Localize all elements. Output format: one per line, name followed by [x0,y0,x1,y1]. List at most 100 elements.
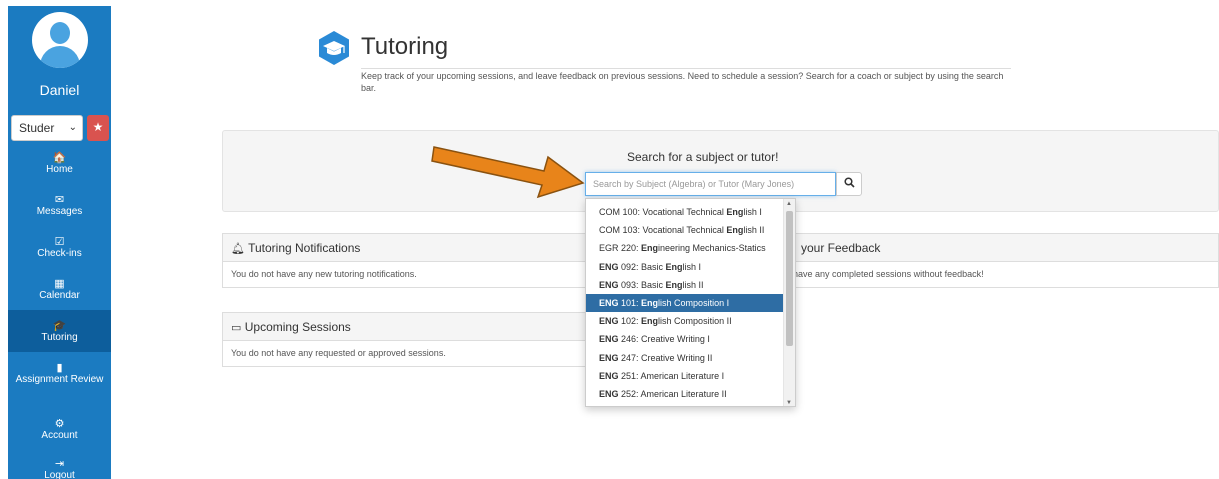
graduation-cap-icon: 🎓 [52,320,67,332]
calendar-icon: ▭ [231,322,242,334]
sidebar-item-label: Home [46,164,73,175]
sidebar-item-label: Messages [36,206,83,217]
search-button[interactable] [836,172,862,196]
option-match: Eng [641,316,659,327]
option-text: 246: Creative Writing I [618,334,710,345]
sidebar-item-label: Check-ins [37,248,82,259]
notifications-title: Tutoring Notifications [248,241,361,255]
option-code: ENG [599,297,619,308]
role-select[interactable]: Studer ⌄ [11,115,83,141]
sidebar-item-logout[interactable]: ⇥ Logout [8,458,111,479]
option-text: 252: American Literature II [618,388,727,399]
pointer-arrow [431,146,585,199]
option-match: Eng [726,225,744,236]
sidebar-item-messages[interactable]: ✉ Messages [8,194,111,224]
option-text: 092: Basic [618,261,666,272]
upcoming-sessions-body: You do not have any requested or approve… [231,348,446,358]
chevron-down-icon: ⌄ [68,122,77,133]
option-code: ENG [599,261,619,272]
option-code: ENG [599,388,619,399]
sign-out-icon: ⇥ [54,458,65,470]
option-match: Eng [641,297,659,308]
sidebar-item-home[interactable]: 🏠 Home [8,152,111,182]
dropdown-option[interactable]: ENG 092: Basic English I [586,258,783,276]
option-text: lish II [682,279,704,290]
search-input[interactable]: Search by Subject (Algebra) or Tutor (Ma… [585,172,836,196]
upcoming-sessions-panel: ▭ Upcoming Sessions You do not have any … [222,312,586,367]
notifications-panel: 🔔︎ Tutoring Notifications You do not hav… [222,233,586,288]
option-text: 247: Creative Writing II [618,352,713,363]
option-text: lish II [743,225,765,236]
avatar-body [40,46,80,68]
scroll-down-icon[interactable]: ▼ [786,400,792,406]
sidebar-item-calendar[interactable]: ▦ Calendar [8,278,111,308]
sidebar-item-account[interactable]: ⚙ Account [8,418,111,448]
dropdown-scrollbar[interactable]: ▲ ▼ [783,199,795,406]
sidebar-item-label: Logout [44,470,75,479]
page-subtitle: Keep track of your upcoming sessions, an… [361,68,1011,94]
sidebar-item-label: Calendar [39,290,80,301]
autocomplete-dropdown: COM 100: Vocational Technical English IC… [585,198,796,407]
dropdown-option[interactable]: ENG 102: English Composition II [586,312,783,330]
feedback-body: have any completed sessions without feed… [793,269,984,279]
sidebar-item-label: Assignment Review [15,374,104,385]
option-code: ENG [599,370,619,381]
option-code: ENG [599,316,619,327]
option-match: Eng [726,207,744,217]
upcoming-sessions-heading: ▭ Upcoming Sessions [223,313,585,341]
option-code: ENG [599,352,619,363]
favorite-button[interactable]: ★ [87,115,109,141]
dropdown-option[interactable]: COM 103: Vocational Technical English II [586,221,783,239]
username: Daniel [39,82,80,98]
dropdown-option[interactable]: COM 100: Vocational Technical English I [586,203,783,221]
gear-icon: ⚙ [54,418,65,430]
checkbox-icon: ☑ [54,236,65,248]
sidebar: Daniel Studer ⌄ ★ 🏠 Home ✉ Messages ☑ Ch… [8,6,111,479]
scroll-thumb[interactable] [786,211,793,346]
search-heading: Search for a subject or tutor! [627,150,779,164]
option-code: ENG [599,334,619,345]
feedback-panel: your Feedback have any completed session… [722,233,1219,288]
option-text: 101: [618,297,642,308]
home-icon: 🏠 [52,152,67,164]
dropdown-option[interactable]: ENG 101: English Composition I [586,293,783,313]
calendar-icon: ▦ [54,278,65,290]
notifications-panel-heading: 🔔︎ Tutoring Notifications [223,234,585,262]
option-match: Eng [665,279,683,290]
dropdown-option[interactable]: ENG 093: Basic English II [586,276,783,294]
option-text: ineering Mechanics-Statics [658,243,766,254]
option-match: Eng [641,243,659,254]
option-text: lish Composition II [658,316,732,327]
tutoring-hexagon-icon [319,31,349,65]
option-match: Eng [665,261,683,272]
avatar[interactable] [32,12,88,68]
star-icon: ★ [92,120,104,134]
scroll-up-icon[interactable]: ▲ [786,201,792,207]
sidebar-item-label: Tutoring [41,332,78,343]
envelope-icon: ✉ [54,194,65,206]
option-text: 093: Basic [618,279,666,290]
sidebar-item-label: Account [41,430,78,441]
avatar-head [50,22,70,44]
sidebar-item-tutoring[interactable]: 🎓 Tutoring [8,310,111,352]
option-code: ENG [599,279,619,290]
role-select-value: Studer [19,121,55,135]
option-text: lish I [682,261,702,272]
dropdown-option[interactable]: ENG 251: American Literature I [586,367,783,385]
dropdown-option[interactable]: ENG 252: American Literature II [586,385,783,403]
dropdown-option[interactable]: ENG 247: Creative Writing II [586,349,783,367]
option-text: COM 100: Vocational Technical [599,207,727,217]
feedback-title: your Feedback [801,241,881,255]
upcoming-sessions-title: Upcoming Sessions [244,320,351,334]
option-text: 251: American Literature I [618,370,725,381]
option-text: lish I [743,207,762,217]
option-text: 102: [618,316,642,327]
option-text: lish Composition I [658,297,730,308]
sidebar-item-check-ins[interactable]: ☑ Check-ins [8,236,111,266]
dropdown-option[interactable]: EGR 220: Engineering Mechanics-Statics [586,239,783,257]
sidebar-item-assignment-review[interactable]: ▮ Assignment Review [8,362,111,404]
dropdown-option[interactable]: ENG 246: Creative Writing I [586,330,783,348]
option-text: COM 103: Vocational Technical [599,225,727,236]
feedback-panel-heading: your Feedback [723,234,1218,262]
file-icon: ▮ [56,362,63,374]
